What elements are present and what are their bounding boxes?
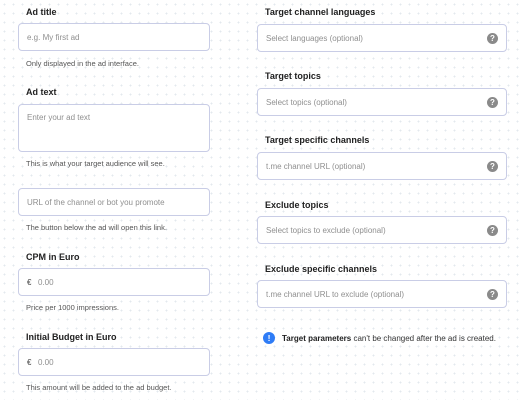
ad-title-help: Only displayed in the ad interface.	[26, 59, 139, 68]
exclude-topics-select[interactable]: Select topics to exclude (optional) ?	[257, 216, 507, 244]
ad-text-help: This is what your target audience will s…	[26, 159, 165, 168]
exclude-channels-placeholder: t.me channel URL to exclude (optional)	[266, 290, 404, 299]
ad-text-textarea[interactable]: Enter your ad text	[18, 104, 210, 152]
ad-form: Ad title e.g. My first ad Only displayed…	[0, 0, 524, 400]
channels-input[interactable]: t.me channel URL (optional) ?	[257, 152, 507, 180]
help-icon[interactable]: ?	[487, 289, 498, 300]
languages-select[interactable]: Select languages (optional) ?	[257, 24, 507, 52]
help-icon[interactable]: ?	[487, 33, 498, 44]
exclude-channels-label: Exclude specific channels	[265, 264, 378, 274]
ad-text-label: Ad text	[26, 87, 57, 97]
exclude-channels-input[interactable]: t.me channel URL to exclude (optional) ?	[257, 280, 507, 308]
cpm-label: CPM in Euro	[26, 252, 80, 262]
languages-placeholder: Select languages (optional)	[266, 34, 363, 43]
cpm-input[interactable]: € 0.00	[18, 268, 210, 296]
topics-select[interactable]: Select topics (optional) ?	[257, 88, 507, 116]
ad-title-input[interactable]: e.g. My first ad	[18, 23, 210, 51]
exclude-topics-placeholder: Select topics to exclude (optional)	[266, 226, 386, 235]
budget-label: Initial Budget in Euro	[26, 332, 117, 342]
channels-placeholder: t.me channel URL (optional)	[266, 162, 366, 171]
notice-bold: Target parameters	[282, 334, 352, 343]
info-icon: !	[263, 332, 275, 344]
ad-text-placeholder: Enter your ad text	[27, 113, 91, 122]
notice-text: can't be changed after the ad is created…	[351, 334, 496, 343]
topics-label: Target topics	[265, 71, 321, 81]
ad-title-placeholder: e.g. My first ad	[27, 33, 80, 42]
promote-url-placeholder: URL of the channel or bot you promote	[27, 198, 165, 207]
target-parameters-notice: Target parameters can't be changed after…	[282, 334, 496, 343]
help-icon[interactable]: ?	[487, 225, 498, 236]
budget-value: 0.00	[38, 358, 54, 367]
cpm-help: Price per 1000 impressions.	[26, 303, 119, 312]
budget-help: This amount will be added to the ad budg…	[26, 383, 172, 392]
budget-input[interactable]: € 0.00	[18, 348, 210, 376]
cpm-value: 0.00	[38, 278, 54, 287]
promote-url-help: The button below the ad will open this l…	[26, 223, 167, 232]
euro-prefix: €	[27, 358, 32, 367]
promote-url-input[interactable]: URL of the channel or bot you promote	[18, 188, 210, 216]
ad-title-label: Ad title	[26, 7, 57, 17]
euro-prefix: €	[27, 278, 32, 287]
help-icon[interactable]: ?	[487, 161, 498, 172]
channels-label: Target specific channels	[265, 135, 370, 145]
topics-placeholder: Select topics (optional)	[266, 98, 347, 107]
exclude-topics-label: Exclude topics	[265, 200, 329, 210]
help-icon[interactable]: ?	[487, 97, 498, 108]
languages-label: Target channel languages	[265, 7, 376, 17]
